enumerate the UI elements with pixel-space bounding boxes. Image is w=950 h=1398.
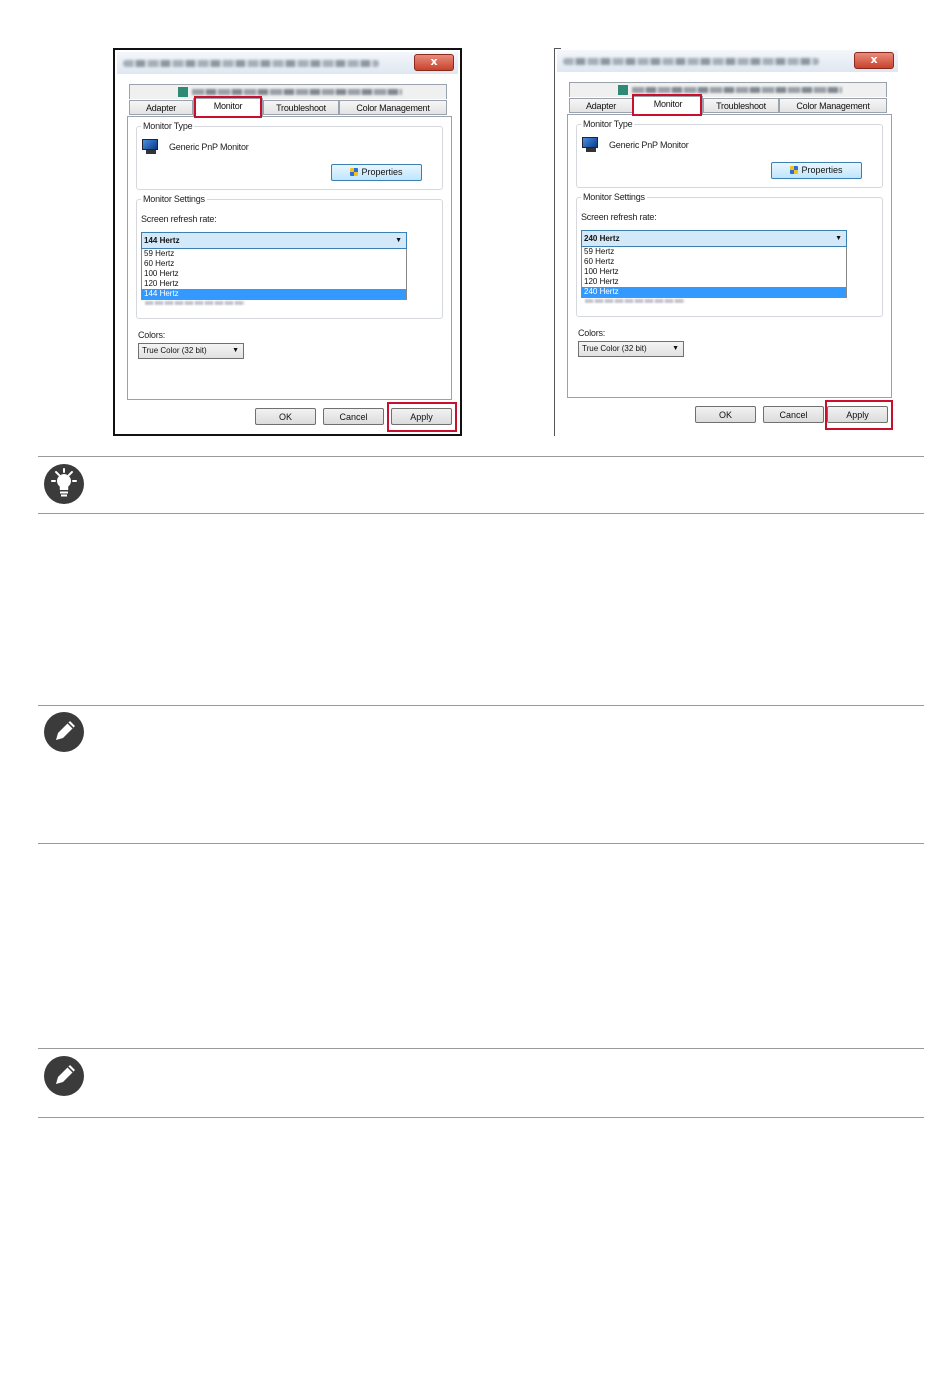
rate-option-selected[interactable]: 144 Hertz	[142, 289, 406, 299]
refresh-rate-label: Screen refresh rate:	[141, 214, 217, 224]
adapter-icon	[618, 85, 628, 95]
monitor-type-label: Monitor Type	[581, 119, 635, 129]
blurred-adapter-name	[632, 87, 842, 93]
rate-option[interactable]: 120 Hertz	[142, 279, 406, 289]
tab-color-management[interactable]: Color Management	[339, 100, 447, 115]
properties-button[interactable]: Properties	[771, 162, 862, 179]
dialog-corner	[555, 48, 561, 49]
ok-button[interactable]: OK	[695, 406, 756, 423]
blurred-window-title	[123, 60, 379, 67]
dialog-titlebar: x	[117, 52, 458, 74]
rate-option[interactable]: 100 Hertz	[582, 267, 846, 277]
note2-bottom-divider	[38, 1117, 924, 1118]
chevron-down-icon: ▼	[835, 235, 842, 242]
uac-shield-icon	[350, 168, 359, 176]
tab-bar: Adapter Monitor Troubleshoot Color Manag…	[129, 98, 447, 116]
monitor-name: Generic PnP Monitor	[609, 140, 689, 150]
blurred-adapter-name	[192, 89, 402, 95]
rate-option[interactable]: 60 Hertz	[142, 259, 406, 269]
uac-shield-icon	[790, 166, 799, 174]
tab-troubleshoot[interactable]: Troubleshoot	[263, 100, 339, 115]
adapter-name-tab[interactable]	[569, 82, 887, 97]
tab-color-management[interactable]: Color Management	[779, 98, 887, 113]
monitor-type-label: Monitor Type	[141, 121, 195, 131]
pencil-icon	[44, 712, 84, 752]
rate-option[interactable]: 60 Hertz	[582, 257, 846, 267]
close-button[interactable]: x	[414, 54, 454, 71]
rate-option[interactable]: 59 Hertz	[582, 247, 846, 257]
rate-option-selected[interactable]: 240 Hertz	[582, 287, 846, 297]
properties-button-label: Properties	[361, 167, 403, 177]
ok-button[interactable]: OK	[255, 408, 316, 425]
tab-adapter[interactable]: Adapter	[569, 98, 633, 113]
tab-bar: Adapter Monitor Troubleshoot Color Manag…	[569, 96, 887, 114]
colors-value: True Color (32 bit)	[582, 344, 647, 353]
apply-button-highlight	[387, 402, 457, 432]
refresh-rate-label: Screen refresh rate:	[581, 212, 657, 222]
display-properties-dialog-240hz: x Adapter Monitor Troubleshoot Color Man…	[554, 48, 900, 436]
monitor-tab-panel: Monitor Type Generic PnP Monitor Propert…	[127, 116, 452, 400]
cancel-button[interactable]: Cancel	[763, 406, 824, 423]
colors-select[interactable]: True Color (32 bit) ▼	[138, 343, 244, 359]
properties-button-label: Properties	[801, 165, 843, 175]
refresh-rate-dropdown-list: 59 Hertz 60 Hertz 100 Hertz 120 Hertz 14…	[141, 249, 407, 300]
tip-bottom-divider	[38, 513, 924, 514]
monitor-name: Generic PnP Monitor	[169, 142, 249, 152]
rate-option[interactable]: 59 Hertz	[142, 249, 406, 259]
chevron-down-icon: ▼	[232, 347, 239, 354]
lightbulb-icon	[44, 464, 84, 504]
close-button[interactable]: x	[854, 52, 894, 69]
adapter-icon	[178, 87, 188, 97]
refresh-rate-dropdown-list: 59 Hertz 60 Hertz 100 Hertz 120 Hertz 24…	[581, 247, 847, 298]
monitor-settings-label: Monitor Settings	[581, 192, 647, 202]
note2-top-divider	[38, 1048, 924, 1049]
monitor-type-group: Monitor Type Generic PnP Monitor Propert…	[136, 121, 443, 190]
monitor-type-group: Monitor Type Generic PnP Monitor Propert…	[576, 119, 883, 188]
adapter-name-tab[interactable]	[129, 84, 447, 99]
colors-select[interactable]: True Color (32 bit) ▼	[578, 341, 684, 357]
tab-adapter[interactable]: Adapter	[129, 100, 193, 115]
chevron-down-icon: ▼	[395, 237, 402, 244]
colors-value: True Color (32 bit)	[142, 346, 207, 355]
properties-button[interactable]: Properties	[331, 164, 422, 181]
monitor-tab-highlight	[194, 96, 262, 118]
obscured-checkbox-text	[585, 299, 685, 303]
selected-rate-value: 144 Hertz	[144, 236, 180, 245]
selected-rate-value: 240 Hertz	[584, 234, 620, 243]
rate-option[interactable]: 120 Hertz	[582, 277, 846, 287]
pencil-icon	[44, 1056, 84, 1096]
dialog-titlebar: x	[557, 50, 898, 72]
refresh-rate-select[interactable]: 240 Hertz ▼	[581, 230, 847, 247]
tip-top-divider	[38, 456, 924, 457]
chevron-down-icon: ▼	[672, 345, 679, 352]
monitor-icon	[581, 137, 599, 153]
colors-label: Colors:	[578, 328, 606, 338]
apply-button-highlight	[825, 400, 893, 430]
refresh-rate-select[interactable]: 144 Hertz ▼	[141, 232, 407, 249]
monitor-settings-group: Monitor Settings Screen refresh rate: 24…	[576, 192, 883, 317]
colors-label: Colors:	[138, 330, 166, 340]
monitor-settings-label: Monitor Settings	[141, 194, 207, 204]
rate-option[interactable]: 100 Hertz	[142, 269, 406, 279]
cancel-button[interactable]: Cancel	[323, 408, 384, 425]
blurred-window-title	[563, 58, 819, 65]
note1-bottom-divider	[38, 843, 924, 844]
monitor-tab-panel: Monitor Type Generic PnP Monitor Propert…	[567, 114, 892, 398]
monitor-settings-group: Monitor Settings Screen refresh rate: 14…	[136, 194, 443, 319]
display-properties-dialog-144hz: x Adapter Monitor Troubleshoot Color Man…	[113, 48, 462, 436]
tab-troubleshoot[interactable]: Troubleshoot	[703, 98, 779, 113]
obscured-checkbox-text	[145, 301, 245, 305]
monitor-icon	[141, 139, 159, 155]
note1-top-divider	[38, 705, 924, 706]
monitor-tab-highlight	[632, 94, 702, 116]
